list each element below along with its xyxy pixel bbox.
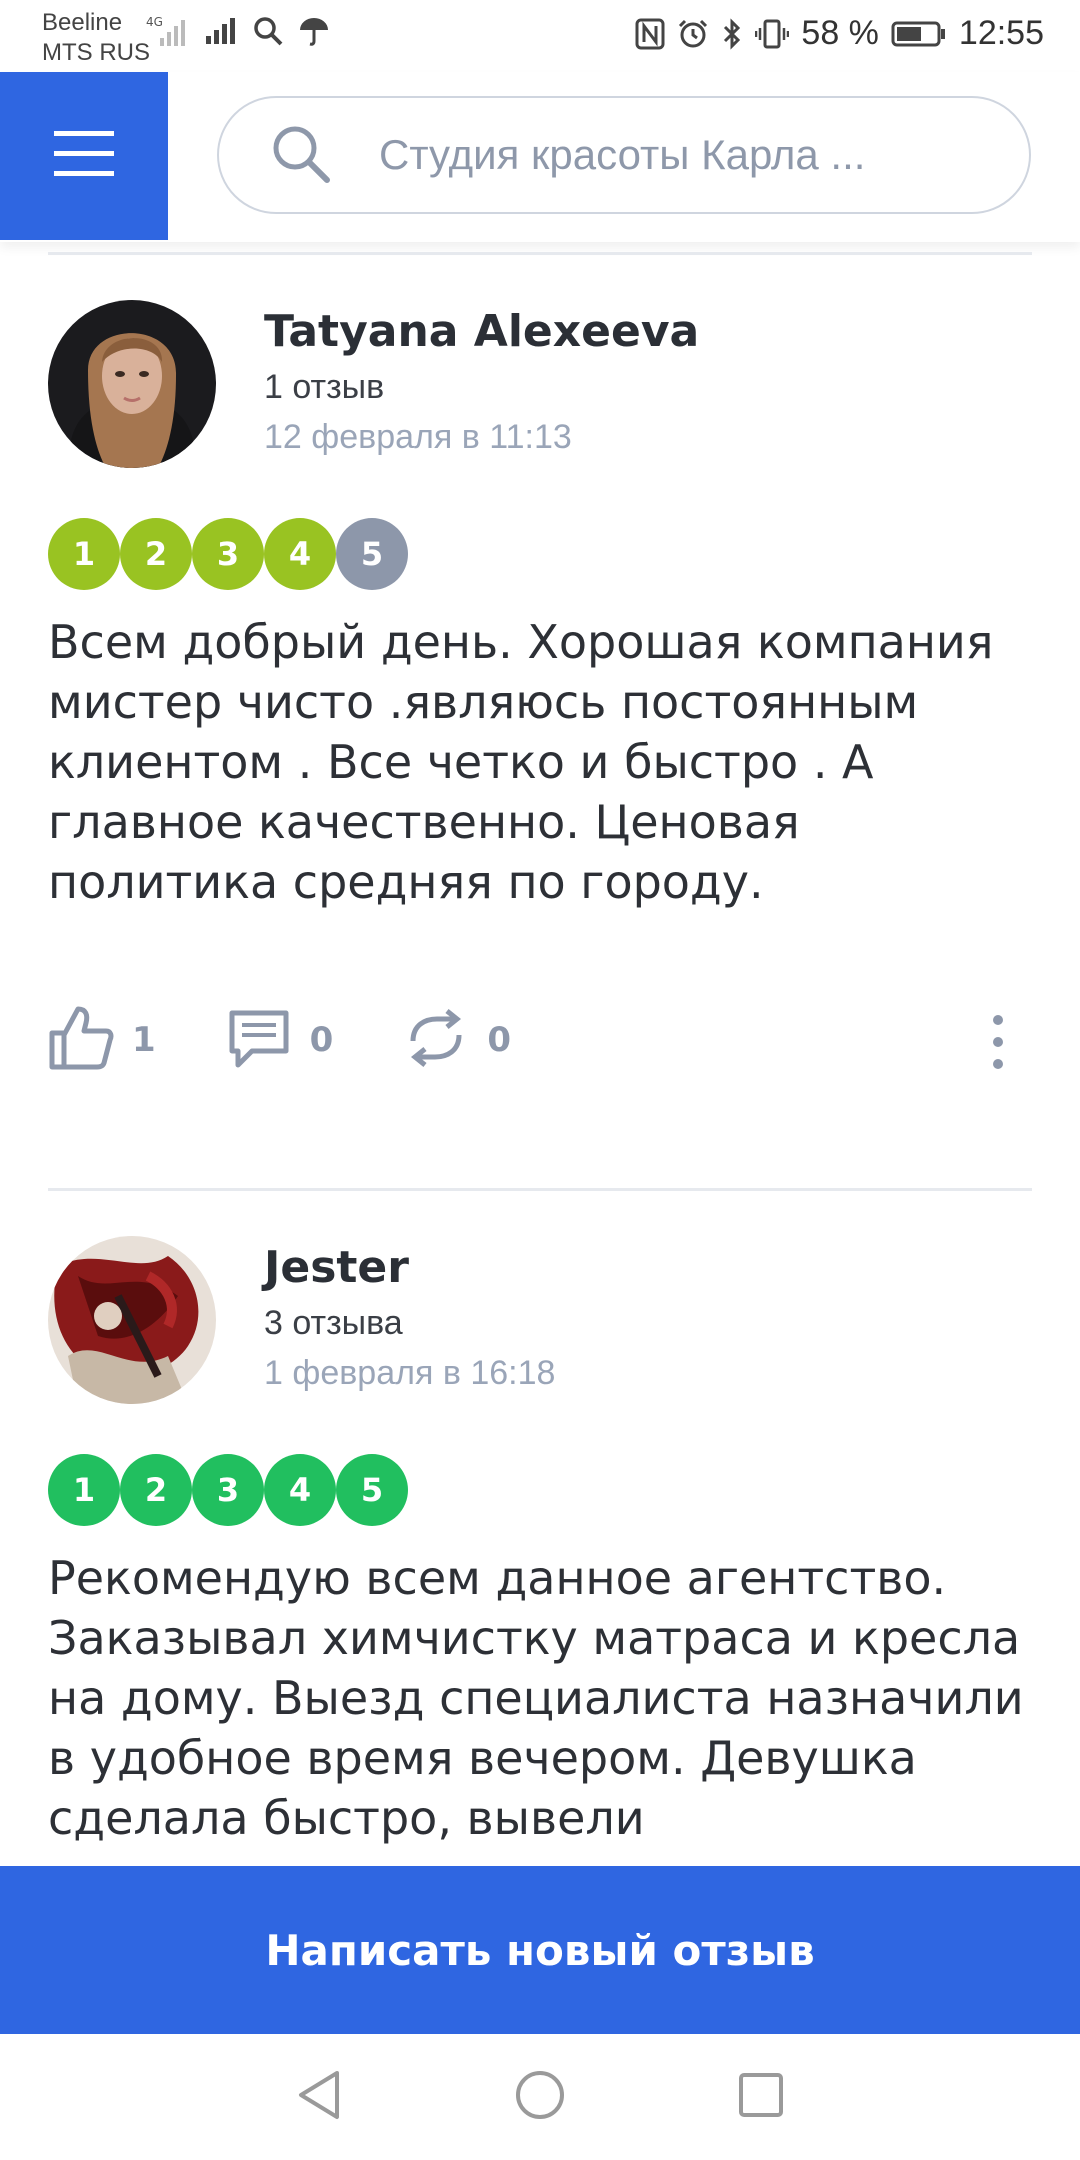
- comment-button[interactable]: 0: [226, 1005, 334, 1076]
- rating-dot: 2: [120, 1454, 192, 1526]
- umbrella-icon: [298, 15, 330, 47]
- review-count: 1 отзыв: [264, 368, 385, 406]
- system-nav-bar: [0, 2034, 1080, 2160]
- rating-dot: 3: [192, 1454, 264, 1526]
- rating-dot: 4: [264, 518, 336, 590]
- review-author[interactable]: Jester: [264, 1242, 409, 1293]
- rating-dot: 3: [192, 518, 264, 590]
- alarm-icon: [677, 18, 709, 50]
- review-count: 3 отзыва: [264, 1304, 403, 1342]
- review-text: Рекомендую всем данное агентство. Заказы…: [48, 1551, 1024, 1845]
- review-text: Всем добрый день. Хорошая компания мисте…: [48, 615, 994, 909]
- bluetooth-icon: [721, 17, 743, 50]
- divider: [48, 252, 1032, 255]
- rating-dot: 2: [120, 518, 192, 590]
- repost-icon: [403, 1005, 469, 1076]
- app-header: Студия красоты Карла ...: [0, 72, 1080, 242]
- status-left-icons: 4G: [146, 14, 330, 48]
- like-button[interactable]: 1: [48, 1005, 156, 1076]
- home-icon[interactable]: [514, 2069, 566, 2126]
- review-actions: 1 0 0: [48, 1000, 1032, 1080]
- review-date: 12 февраля в 11:13: [264, 418, 572, 456]
- back-icon[interactable]: [295, 2069, 343, 2126]
- thumbs-up-icon: [48, 1005, 114, 1076]
- battery-percent: 58 %: [801, 14, 879, 52]
- battery-icon: [891, 20, 947, 48]
- status-bar: Beeline MTS RUS 4G 58 % 12:55: [0, 0, 1080, 72]
- repost-button[interactable]: 0: [403, 1005, 511, 1076]
- search-icon: [252, 15, 284, 47]
- vibrate-icon: [755, 18, 790, 50]
- search-bar[interactable]: Студия красоты Карла ...: [217, 96, 1031, 214]
- hamburger-icon: [52, 129, 116, 184]
- menu-button[interactable]: [0, 72, 168, 240]
- rating-dot: 4: [264, 1454, 336, 1526]
- review-card: Jester 3 отзыва 1 февраля в 16:18 1 2 3 …: [48, 1236, 1032, 1866]
- network-type-label: 4G: [146, 15, 163, 29]
- network-signal-icon: 4G: [146, 14, 190, 48]
- comment-count: 0: [309, 1020, 334, 1060]
- carrier-name-1: Beeline: [42, 9, 123, 36]
- nfc-icon: [635, 18, 665, 50]
- review-author[interactable]: Tatyana Alexeeva: [264, 306, 699, 357]
- rating: 1 2 3 4 5: [48, 518, 408, 590]
- avatar[interactable]: [48, 1236, 216, 1404]
- rating-dot: 5: [336, 518, 408, 590]
- divider: [48, 1188, 1032, 1191]
- rating-dot: 5: [336, 1454, 408, 1526]
- write-review-button[interactable]: Написать новый отзыв: [0, 1866, 1080, 2034]
- comment-icon: [226, 1005, 292, 1076]
- signal-icon: [204, 16, 238, 46]
- rating-dot: 1: [48, 1454, 120, 1526]
- clock: 12:55: [958, 14, 1044, 52]
- like-count: 1: [132, 1020, 156, 1060]
- carrier-info: Beeline MTS RUS: [42, 8, 150, 68]
- recents-icon[interactable]: [737, 2071, 785, 2124]
- repost-count: 0: [487, 1020, 512, 1060]
- rating: 1 2 3 4 5: [48, 1454, 408, 1526]
- review-card: Tatyana Alexeeva 1 отзыв 12 февраля в 11…: [48, 300, 1032, 1150]
- review-date: 1 февраля в 16:18: [264, 1354, 556, 1392]
- search-input[interactable]: Студия красоты Карла ...: [379, 131, 865, 179]
- search-icon: [269, 122, 331, 189]
- status-right: 58 % 12:55: [635, 14, 1044, 53]
- carrier-name-2: MTS RUS: [42, 39, 150, 66]
- more-options-icon[interactable]: [988, 1012, 1008, 1077]
- rating-dot: 1: [48, 518, 120, 590]
- avatar[interactable]: [48, 300, 216, 468]
